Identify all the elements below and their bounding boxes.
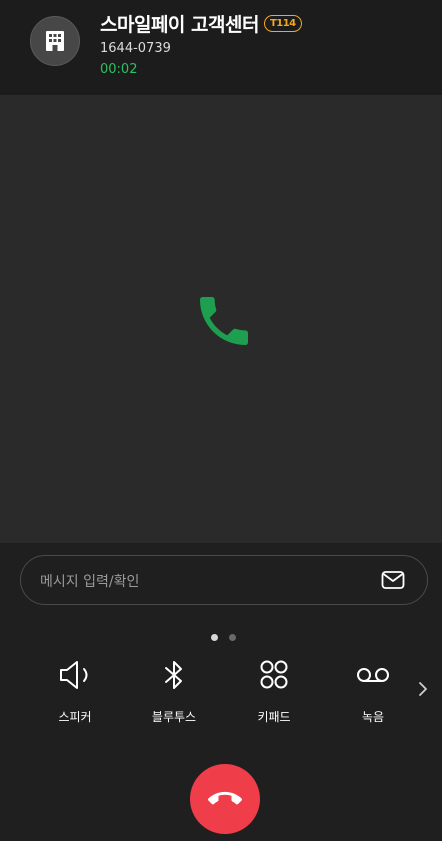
speaker-icon	[60, 661, 88, 689]
voicemail-record-icon	[357, 668, 389, 682]
contact-avatar	[30, 16, 80, 66]
end-call-button[interactable]	[190, 764, 260, 834]
keypad-icon	[260, 660, 288, 689]
message-placeholder: 메시지 입력/확인	[40, 574, 140, 590]
keypad-label: 키패드	[257, 710, 291, 724]
record-label: 녹음	[361, 710, 385, 724]
envelope-icon[interactable]	[381, 570, 405, 590]
contact-name: 스마일페이 고객센터 T114	[100, 10, 302, 37]
phone-number: 1644-0739	[100, 41, 171, 56]
call-timer: 00:02	[100, 62, 138, 77]
page-dot-2	[229, 634, 236, 641]
record-button[interactable]: 녹음	[338, 655, 408, 730]
page-indicator	[211, 634, 236, 642]
bluetooth-label: 블루투스	[151, 710, 197, 724]
message-input-bar[interactable]: 메시지 입력/확인	[20, 555, 428, 605]
bluetooth-button[interactable]: 블루투스	[139, 655, 209, 730]
end-call-icon	[208, 791, 242, 805]
keypad-button[interactable]: 키패드	[239, 655, 309, 730]
building-icon	[46, 31, 64, 51]
chevron-right-icon[interactable]	[417, 681, 429, 697]
bluetooth-icon	[165, 661, 182, 689]
speaker-label: 스피커	[58, 710, 92, 724]
call-header: 스마일페이 고객센터 T114 1644-0739 00:02	[0, 0, 442, 96]
t114-badge: T114	[263, 15, 302, 32]
contact-name-text: 스마일페이 고객센터	[100, 14, 259, 36]
speaker-button[interactable]: 스피커	[40, 655, 110, 730]
call-status-area	[0, 96, 442, 543]
phone-icon	[200, 297, 248, 345]
page-dot-1	[211, 634, 218, 641]
call-screen: 스마일페이 고객센터 T114 1644-0739 00:02 메시지 입력/확…	[0, 0, 442, 841]
